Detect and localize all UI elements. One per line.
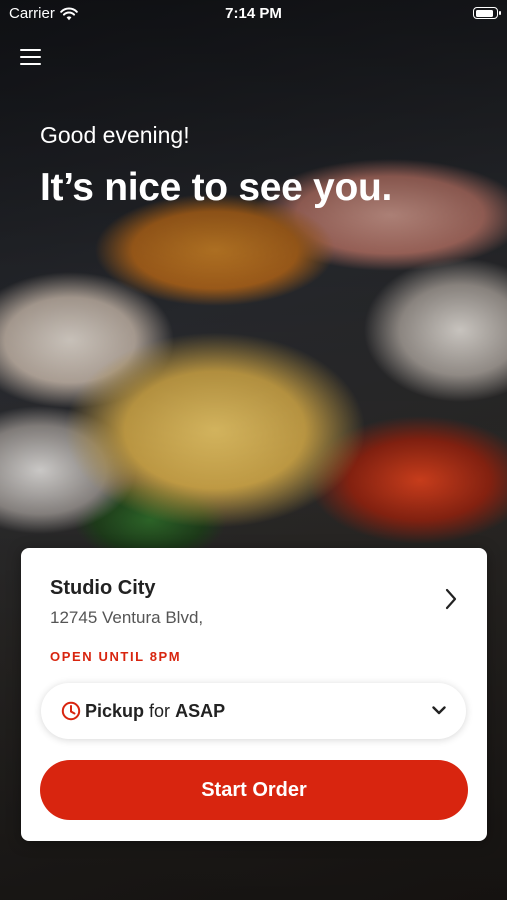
chevron-right-icon bbox=[445, 588, 457, 610]
location-name: Studio City bbox=[50, 577, 156, 599]
order-card: Studio City 12745 Ventura Blvd, OPEN UNT… bbox=[21, 548, 487, 841]
battery-icon bbox=[473, 7, 501, 19]
order-mode-type: Pickup bbox=[85, 701, 145, 721]
status-bar: Carrier 7:14 PM bbox=[0, 0, 507, 28]
location-address: 12745 Ventura Blvd, bbox=[50, 608, 204, 627]
start-order-button[interactable]: Start Order bbox=[40, 760, 468, 820]
app-screen: Carrier 7:14 PM Good evening! It’s nice … bbox=[0, 0, 507, 900]
order-mode-label: Pickup for ASAP bbox=[85, 701, 225, 722]
headline-text: It’s nice to see you. bbox=[40, 166, 393, 209]
order-mode-time: ASAP bbox=[175, 701, 226, 721]
clock-icon bbox=[61, 701, 81, 721]
chevron-down-icon bbox=[432, 706, 446, 715]
greeting-text: Good evening! bbox=[40, 122, 190, 148]
open-status-label: OPEN UNTIL 8PM bbox=[50, 649, 182, 664]
status-time: 7:14 PM bbox=[225, 5, 282, 22]
order-mode-selector[interactable]: Pickup for ASAP bbox=[41, 683, 466, 739]
location-selector[interactable]: Studio City 12745 Ventura Blvd, bbox=[21, 548, 487, 638]
order-mode-connector: for bbox=[149, 701, 171, 721]
hamburger-menu-icon[interactable] bbox=[20, 47, 42, 67]
